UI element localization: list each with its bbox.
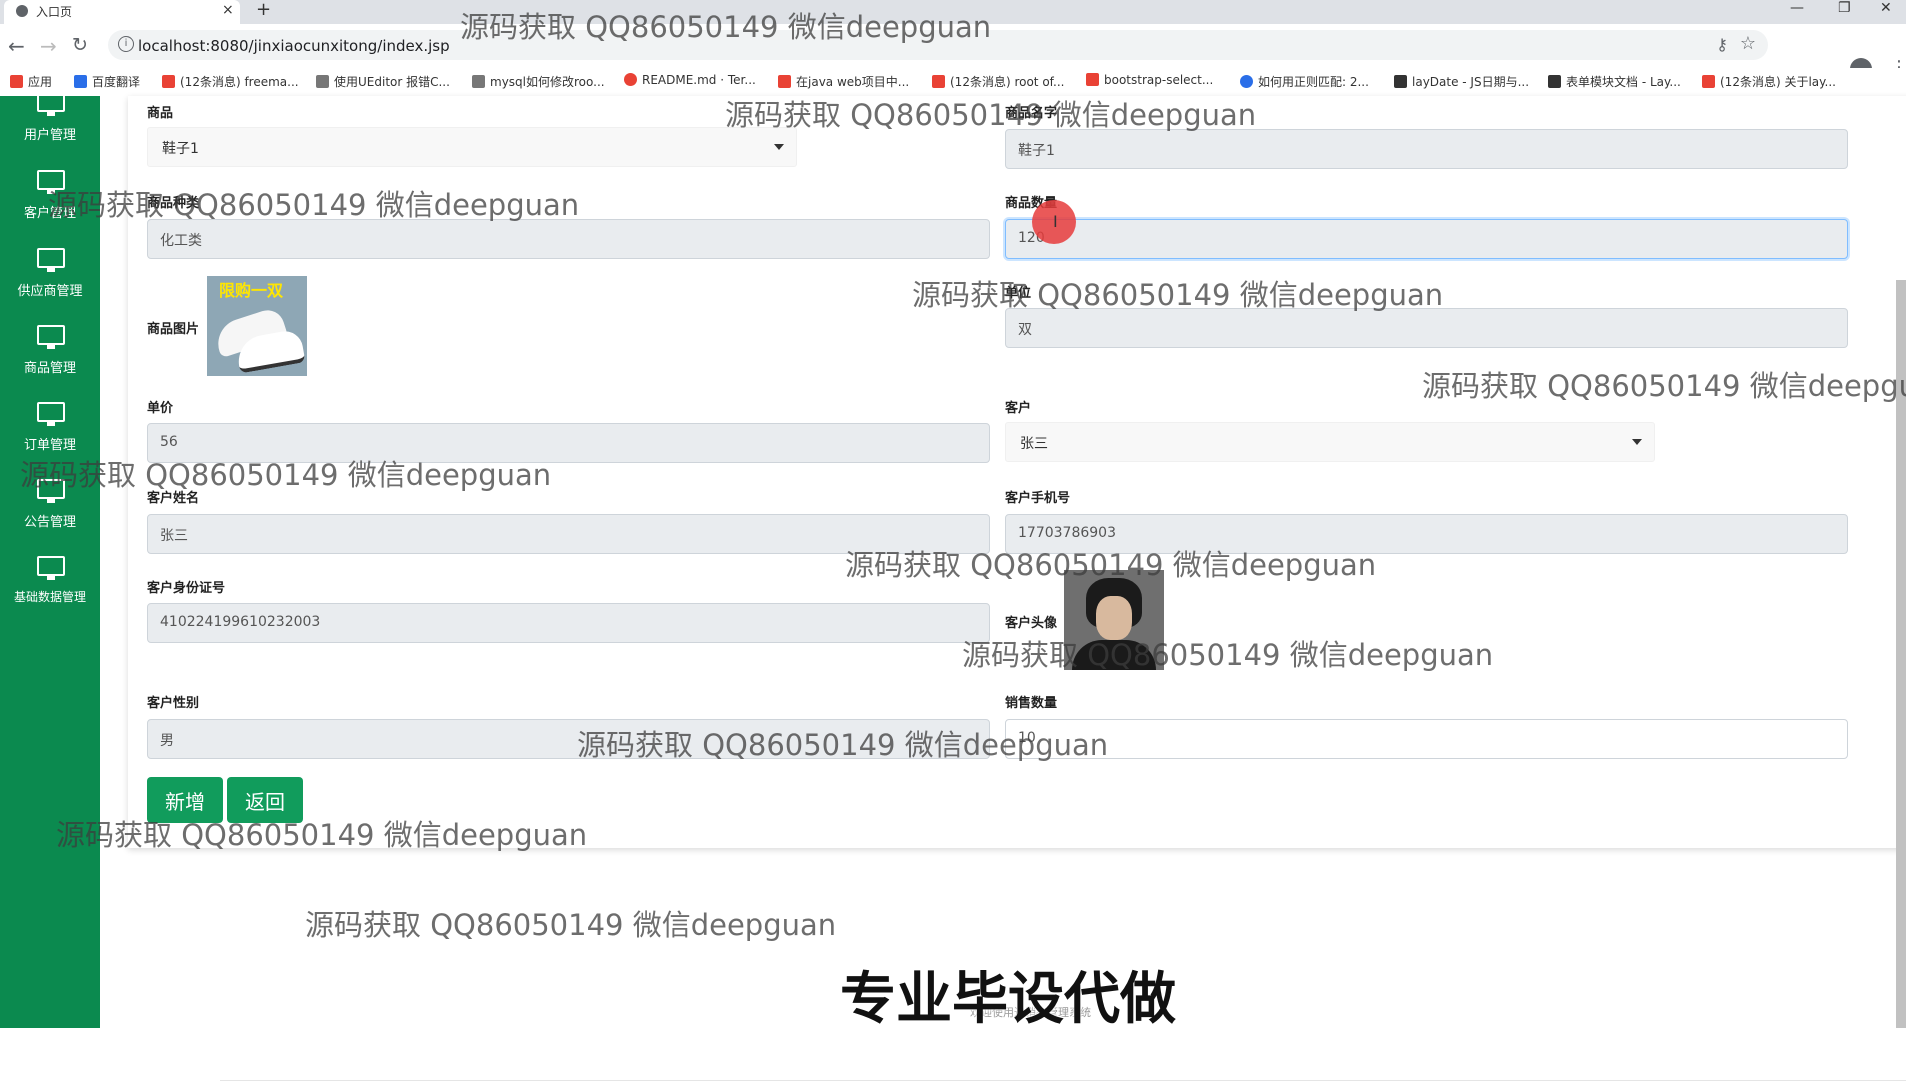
watermark: 源码获取 QQ86050149 微信deepguan [962, 638, 1494, 672]
minimize-button[interactable]: — [1790, 0, 1804, 16]
sidebar-item-suppliers[interactable]: 供应商管理 [0, 248, 100, 318]
close-window-button[interactable]: ✕ [1880, 0, 1892, 16]
watermark: 源码获取 QQ86050149 微信deepguan [460, 10, 992, 44]
customer-id-label: 客户身份证号 [147, 581, 226, 596]
bookmark-favicon-icon [472, 75, 485, 88]
promo-banner: 专业毕设代做 [840, 967, 1176, 1032]
watermark: 源码获取 QQ86050149 微信deepguan [56, 818, 588, 852]
customer-phone-label: 客户手机号 [1005, 491, 1071, 506]
monitor-icon [37, 556, 65, 580]
product-select[interactable]: 鞋子1 [147, 127, 797, 167]
customer-select-value: 张三 [1020, 436, 1048, 452]
tab-close-icon[interactable]: × [222, 2, 234, 18]
back-icon[interactable]: ← [8, 34, 25, 58]
bookmark-favicon-icon [1548, 75, 1561, 88]
reload-icon[interactable]: ↻ [72, 34, 88, 56]
watermark: 源码获取 QQ86050149 微信deepguan [845, 548, 1377, 582]
forward-icon[interactable]: → [40, 34, 57, 58]
text-cursor-icon: I [1053, 212, 1058, 231]
bookmark-favicon-icon [624, 73, 637, 86]
bookmark-star-icon[interactable]: ☆ [1740, 33, 1756, 54]
sidebar-item-users[interactable]: 用户管理 [0, 92, 100, 162]
customer-gender-label: 客户性别 [147, 696, 200, 711]
bookmark-favicon-icon [1240, 75, 1253, 88]
bookmark-item[interactable]: 在java web项目中... [778, 73, 909, 90]
sidebar-item-label: 公告管理 [23, 515, 76, 530]
bookmark-item[interactable]: (12条消息) root of... [932, 73, 1064, 90]
price-label: 单价 [147, 401, 174, 416]
product-image-promo: 限购一双 [219, 281, 284, 300]
site-info-icon[interactable]: i [118, 36, 134, 52]
sidebar-item-label: 订单管理 [23, 438, 76, 453]
monitor-icon [37, 92, 65, 116]
watermark: 源码获取 QQ86050149 微信deepguan [48, 188, 580, 222]
sales-qty-label: 销售数量 [1005, 696, 1058, 711]
watermark: 源码获取 QQ86050149 微信deepguan [725, 98, 1257, 132]
product-select-value: 鞋子1 [162, 141, 199, 157]
watermark: 源码获取 QQ86050149 微信deepguan [577, 728, 1109, 762]
sidebar-item-label: 供应商管理 [17, 284, 83, 299]
key-icon[interactable]: ⚷ [1716, 35, 1728, 54]
sales-qty-field[interactable]: 10 [1005, 719, 1848, 759]
apps-grid-icon [10, 75, 23, 88]
bookmark-favicon-icon [1086, 73, 1099, 86]
bookmark-item[interactable]: 如何用正则匹配: 2... [1240, 73, 1369, 90]
bookmark-favicon-icon [1394, 75, 1407, 88]
product-label: 商品 [147, 106, 174, 121]
customer-select[interactable]: 张三 [1005, 422, 1655, 462]
chevron-down-icon [774, 144, 784, 150]
sidebar-item-label: 基础数据管理 [13, 590, 86, 604]
sidebar-item-label: 用户管理 [23, 128, 76, 143]
product-name-field[interactable]: 鞋子1 [1005, 129, 1848, 169]
bookmark-item[interactable]: mysql如何修改roo... [472, 73, 605, 90]
product-qty-field[interactable]: 120 [1005, 219, 1848, 259]
bookmark-item[interactable]: bootstrap-select... [1086, 73, 1213, 87]
product-image: 限购一双 [207, 276, 307, 376]
watermark: 源码获取 QQ86050149 微信deepguan [20, 458, 552, 492]
bookmark-favicon-icon [316, 75, 329, 88]
tab-title: 入口页 [36, 5, 73, 19]
bookmark-item[interactable]: 百度翻译 [74, 73, 140, 90]
unit-field[interactable]: 双 [1005, 308, 1848, 348]
monitor-icon [37, 402, 65, 426]
customer-label: 客户 [1005, 401, 1032, 416]
bookmark-apps[interactable]: 应用 [10, 73, 52, 90]
customer-avatar-label: 客户头像 [1005, 616, 1058, 631]
bookmark-item[interactable]: README.md · Ter... [624, 73, 756, 87]
customer-id-field[interactable]: 410224199610232003 [147, 603, 990, 643]
watermark: 源码获取 QQ86050149 微信deepguan [1422, 369, 1906, 403]
sidebar: 用户管理 客户管理 供应商管理 商品管理 订单管理 公告管理 基础数据管理 [0, 92, 100, 1028]
sidebar-item-label: 商品管理 [23, 361, 76, 376]
sidebar-item-products[interactable]: 商品管理 [0, 325, 100, 395]
watermark: 源码获取 QQ86050149 微信deepguan [305, 908, 837, 942]
watermark: 源码获取 QQ86050149 微信deepguan [912, 278, 1444, 312]
bookmark-item[interactable]: (12条消息) freema... [162, 73, 299, 90]
product-type-field[interactable]: 化工类 [147, 219, 990, 259]
tab-favicon-icon [16, 5, 28, 17]
bookmark-favicon-icon [778, 75, 791, 88]
bookmark-favicon-icon [1702, 75, 1715, 88]
chevron-down-icon [1632, 439, 1642, 445]
bookmark-item[interactable]: layDate - JS日期与... [1394, 73, 1529, 90]
bookmark-item[interactable]: 表单模块文档 - Lay... [1548, 73, 1681, 90]
sidebar-item-basic-data[interactable]: 基础数据管理 [0, 556, 100, 626]
bookmark-item[interactable]: (12条消息) 关于lay... [1702, 73, 1836, 90]
bookmark-item[interactable]: 使用UEditor 报错C... [316, 73, 450, 90]
browser-tab[interactable]: 入口页 × [4, 0, 240, 24]
new-tab-button[interactable]: + [256, 0, 271, 20]
bookmark-favicon-icon [74, 75, 87, 88]
url-text[interactable]: localhost:8080/jinxiaocunxitong/index.js… [138, 37, 450, 55]
product-image-label: 商品图片 [147, 322, 200, 337]
bookmark-favicon-icon [932, 75, 945, 88]
monitor-icon [37, 325, 65, 349]
monitor-icon [37, 248, 65, 272]
restore-button[interactable]: ❐ [1838, 0, 1851, 16]
bookmark-favicon-icon [162, 75, 175, 88]
